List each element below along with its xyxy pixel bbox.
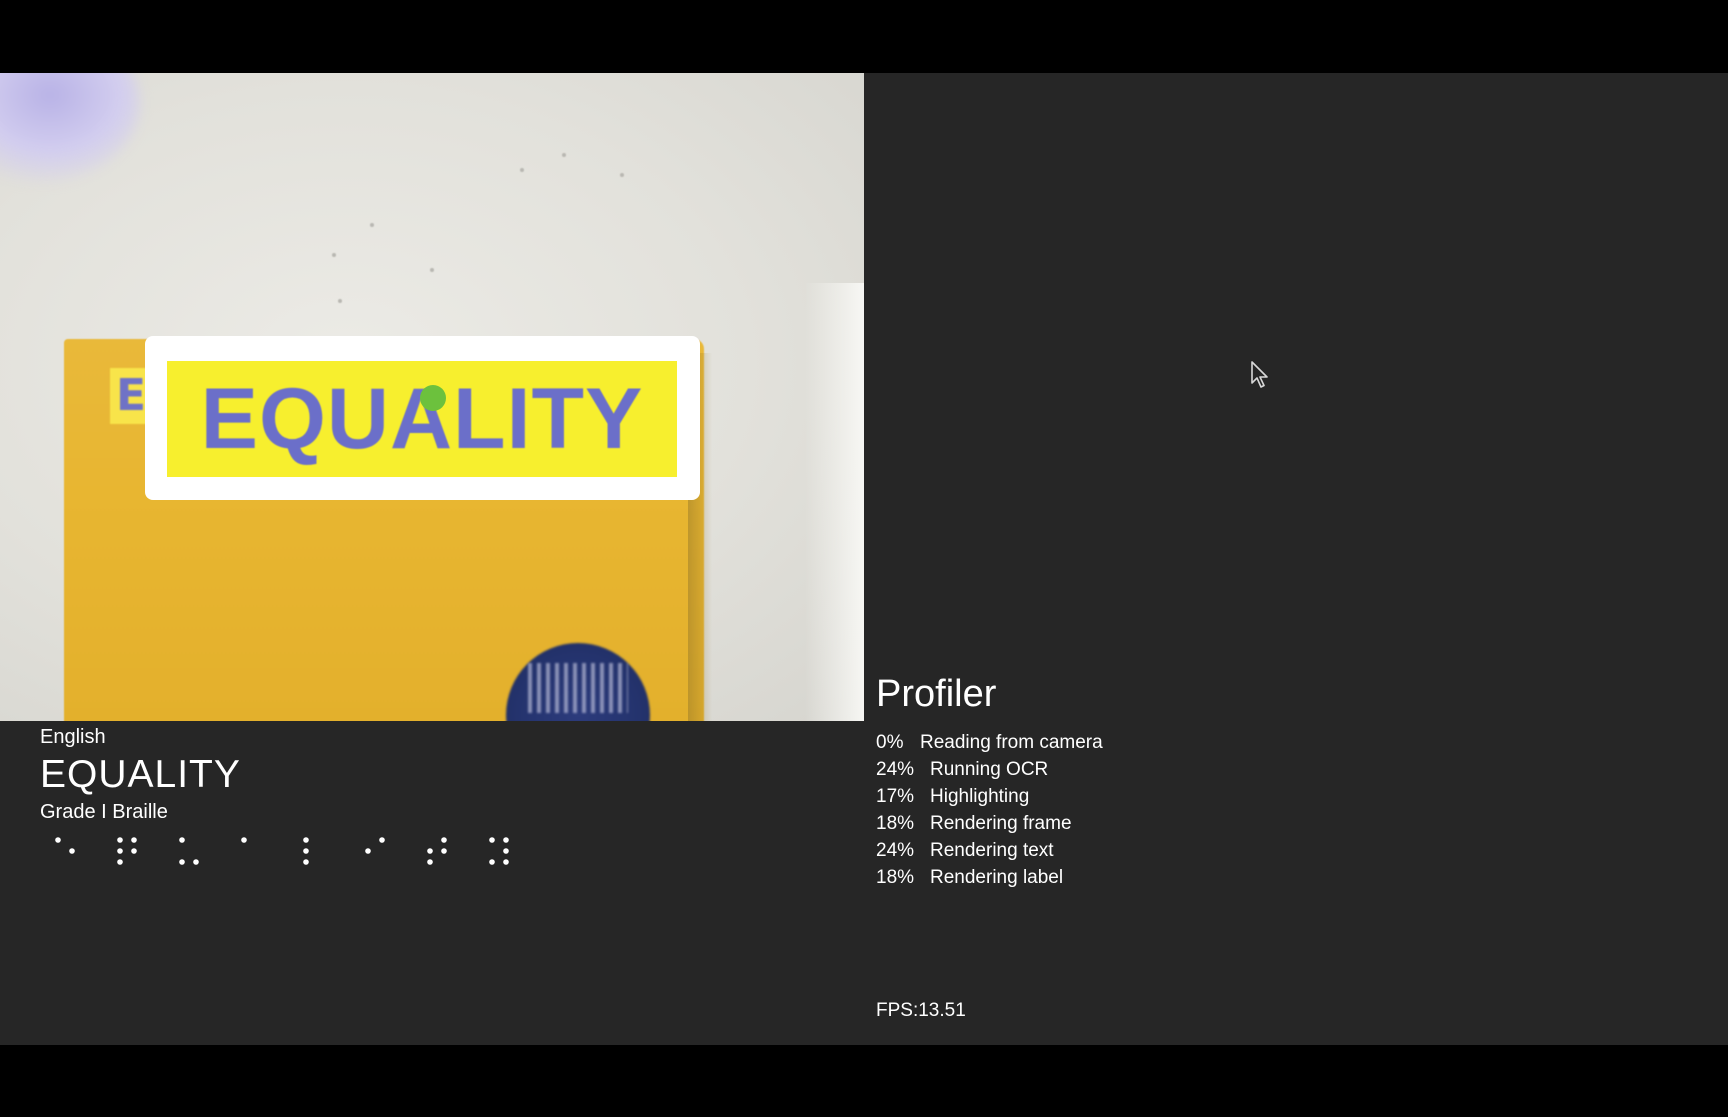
- profiler-label: Highlighting: [930, 786, 1030, 807]
- braille-cell: [489, 837, 509, 865]
- profiler-percent: 0%: [876, 732, 904, 753]
- braille-dot: [117, 859, 123, 865]
- braille-dot: [303, 848, 309, 854]
- detected-text: EQUALITY: [40, 753, 241, 796]
- camera-speck: [370, 223, 374, 227]
- camera-speck: [520, 168, 524, 172]
- braille-dot: [193, 859, 199, 865]
- braille-dot: [503, 848, 509, 854]
- braille-dot: [241, 837, 247, 843]
- braille-dot: [503, 837, 509, 843]
- braille-dot: [117, 837, 123, 843]
- mouse-pointer-icon: [1251, 361, 1268, 388]
- profiler-label: Running OCR: [930, 759, 1049, 780]
- braille-dot: [503, 859, 509, 865]
- profiler-row: 0% Reading from camera: [876, 732, 1103, 759]
- braille-dot: [427, 859, 433, 865]
- profiler-row: 17% Highlighting: [876, 786, 1103, 813]
- braille-cell: [117, 837, 137, 865]
- braille-dot: [55, 837, 61, 843]
- braille-dot: [303, 837, 309, 843]
- braille-output: [55, 837, 509, 865]
- braille-dot: [489, 859, 495, 865]
- braille-dot: [179, 859, 185, 865]
- bottom-letterbox: [0, 1045, 1728, 1117]
- braille-dot: [131, 837, 137, 843]
- profiler-title: Profiler: [876, 673, 997, 715]
- profiler-label: Rendering text: [930, 840, 1054, 861]
- braille-dot: [117, 848, 123, 854]
- braille-cell: [427, 837, 447, 865]
- profiler-row: 24% Rendering text: [876, 840, 1103, 867]
- camera-blur-blob: [0, 73, 140, 183]
- book-seal-text: [528, 663, 628, 713]
- braille-cell: [241, 837, 247, 843]
- profiler-label: Rendering frame: [930, 813, 1072, 834]
- profiler-percent: 17%: [876, 786, 915, 807]
- braille-cell: [55, 837, 75, 854]
- profiler-row: 18% Rendering frame: [876, 813, 1103, 840]
- braille-cell: [179, 837, 199, 865]
- language-label: English: [40, 726, 106, 748]
- profiler-percent: 18%: [876, 813, 915, 834]
- braille-dot: [441, 837, 447, 843]
- braille-dot: [427, 848, 433, 854]
- camera-speck: [338, 299, 342, 303]
- camera-speck: [332, 253, 336, 257]
- braille-dot: [489, 837, 495, 843]
- braille-dot: [179, 837, 185, 843]
- braille-cell: [365, 837, 385, 854]
- profiler-percent: 24%: [876, 759, 915, 780]
- braille-dot: [131, 848, 137, 854]
- braille-dot: [69, 848, 75, 854]
- braille-grade-label: Grade I Braille: [40, 801, 168, 823]
- braille-dot: [365, 848, 371, 854]
- camera-speck: [430, 268, 434, 272]
- profiler-percent: 18%: [876, 867, 915, 888]
- profiler-list: 0% Reading from camera 24% Running OCR 17%…: [876, 732, 1103, 894]
- app-window: E EQUALITY English EQUALITY Grade I Brai…: [0, 0, 1728, 1045]
- braille-dot: [379, 837, 385, 843]
- profiler-percent: 24%: [876, 840, 915, 861]
- profiler-row: 18% Rendering label: [876, 867, 1103, 894]
- camera-speck: [562, 153, 566, 157]
- camera-light-edge: [805, 283, 864, 721]
- camera-speck: [620, 173, 624, 177]
- focus-dot-icon: [420, 385, 446, 411]
- profiler-label: Reading from camera: [920, 732, 1103, 753]
- profiler-label: Rendering label: [930, 867, 1064, 888]
- braille-dot: [441, 848, 447, 854]
- braille-dot: [303, 859, 309, 865]
- braille-cell: [303, 837, 309, 865]
- camera-feed: E EQUALITY: [0, 73, 864, 721]
- profiler-row: 24% Running OCR: [876, 759, 1103, 786]
- fps-readout: FPS:13.51: [876, 1000, 966, 1021]
- ocr-highlight-word: EQUALITY: [200, 371, 644, 467]
